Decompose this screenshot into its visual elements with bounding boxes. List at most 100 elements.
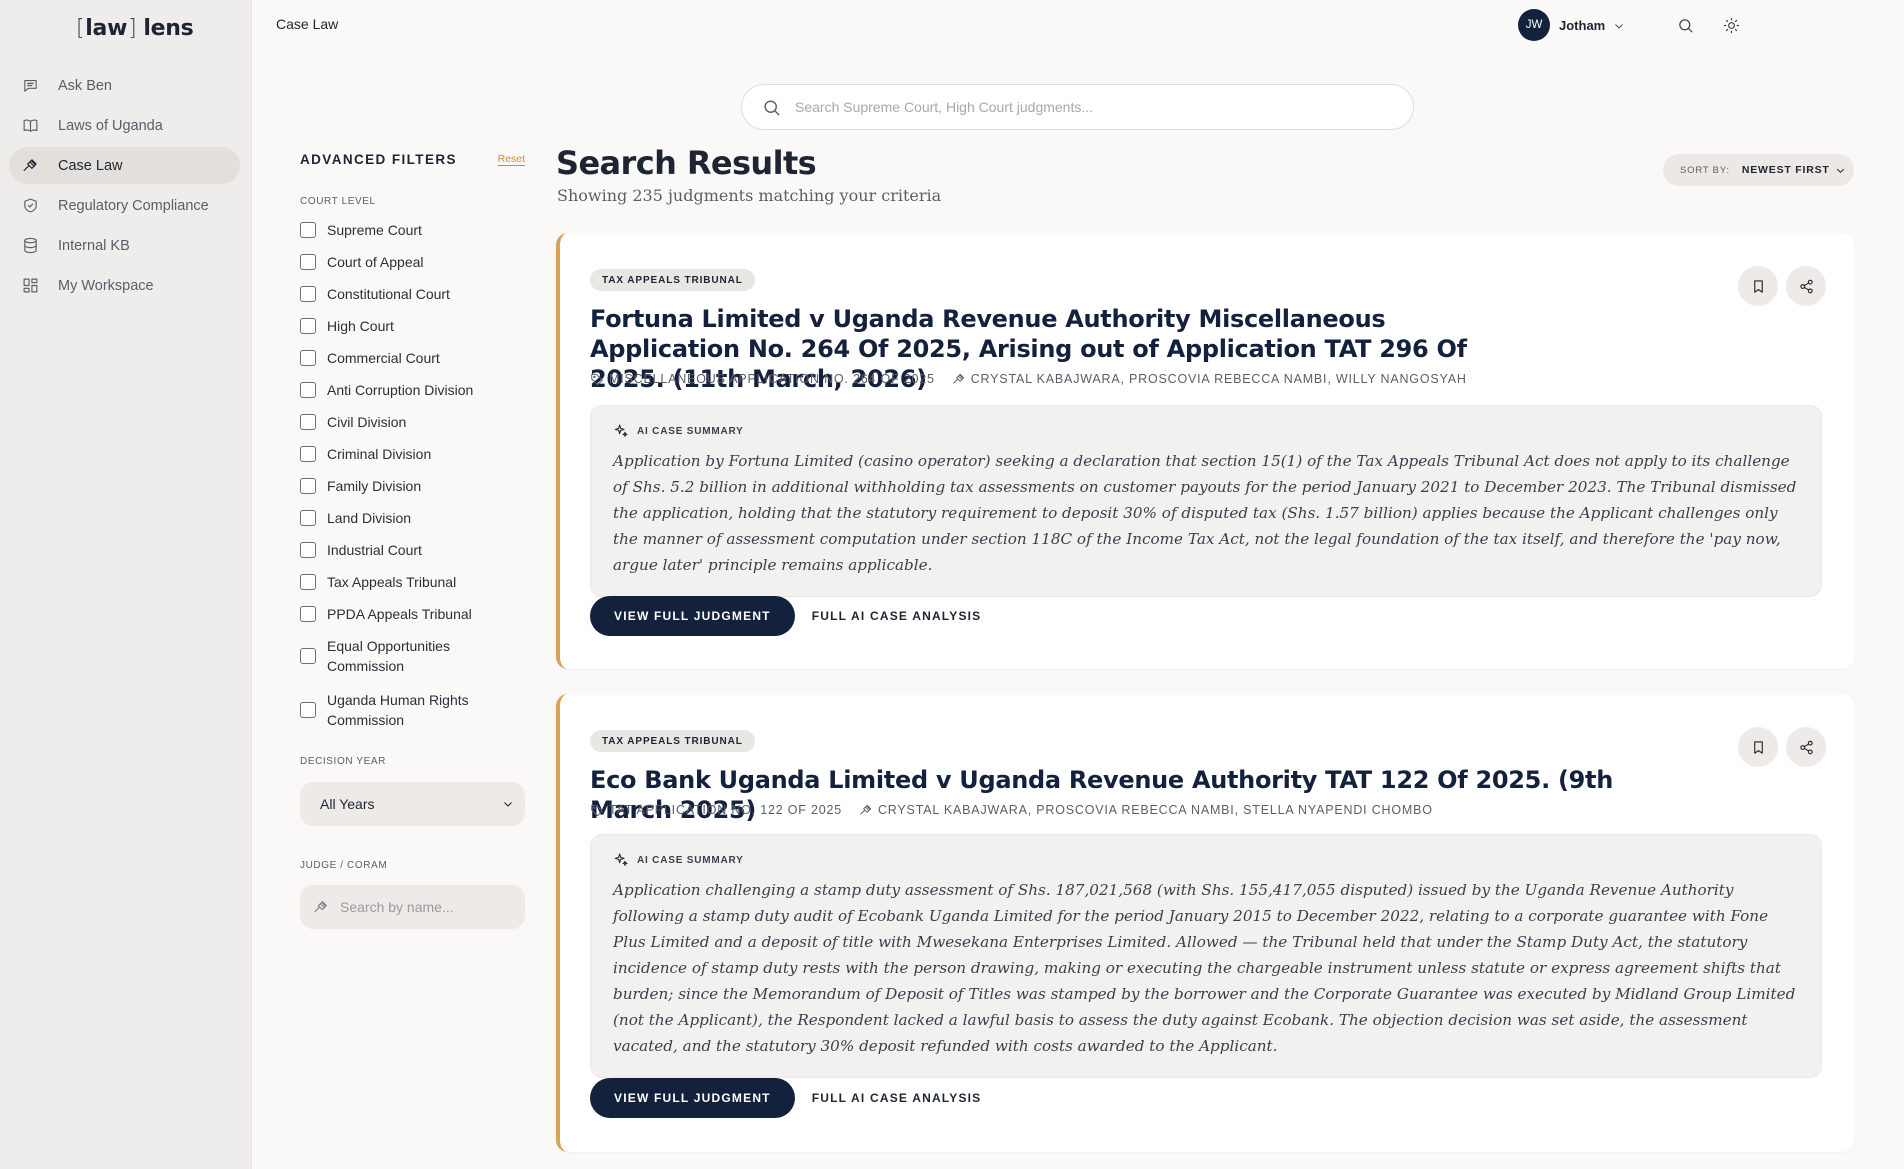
case-judges: CRYSTAL KABAJWARA, PROSCOVIA REBECCA NAM… <box>877 803 1433 817</box>
court-checkbox-court-of-appeal[interactable]: Court of Appeal <box>300 252 525 272</box>
view-full-judgment-button[interactable]: VIEW FULL JUDGMENT <box>590 596 795 636</box>
checkbox[interactable] <box>300 478 316 494</box>
bookmark-button[interactable] <box>1738 266 1778 306</box>
sidebar-item-label: My Workspace <box>58 277 154 294</box>
gavel-icon <box>860 804 872 815</box>
checkbox[interactable] <box>300 702 316 718</box>
checkbox[interactable] <box>300 606 316 622</box>
full-ai-case-analysis-link[interactable]: FULL AI CASE ANALYSIS <box>812 609 982 623</box>
court-checkbox-industrial-court[interactable]: Industrial Court <box>300 540 525 560</box>
checkbox-label: Equal Opportunities Commission <box>327 638 450 674</box>
view-full-judgment-button[interactable]: VIEW FULL JUDGMENT <box>590 1078 795 1118</box>
sidebar-item-regulatory-compliance[interactable]: Regulatory Compliance <box>9 187 240 224</box>
book-icon <box>21 117 39 135</box>
court-checkbox-commercial-court[interactable]: Commercial Court <box>300 348 525 368</box>
summary-text: Application challenging a stamp duty ass… <box>613 881 1796 1055</box>
ai-case-summary: AI CASE SUMMARY Application by Fortuna L… <box>590 405 1822 597</box>
checkbox-label: Civil Division <box>327 414 407 430</box>
sidebar-item-my-workspace[interactable]: My Workspace <box>9 267 240 304</box>
checkbox[interactable] <box>300 574 316 590</box>
checkbox[interactable] <box>300 350 316 366</box>
court-checkbox-civil-division[interactable]: Civil Division <box>300 412 525 432</box>
sparkle-icon <box>614 424 628 437</box>
checkbox[interactable] <box>300 542 316 558</box>
breadcrumb: Case Law <box>276 16 339 32</box>
court-checkbox-high-court[interactable]: High Court <box>300 316 525 336</box>
chevron-down-icon <box>1613 19 1625 31</box>
case-number: TAT APPLICATION NO. 122 OF 2025 <box>609 803 842 817</box>
full-ai-case-analysis-link[interactable]: FULL AI CASE ANALYSIS <box>812 1091 982 1105</box>
judgment-search-bar[interactable] <box>741 84 1414 130</box>
court-badge: TAX APPEALS TRIBUNAL <box>590 269 755 291</box>
checkbox[interactable] <box>300 446 316 462</box>
checkbox[interactable] <box>300 382 316 398</box>
sidebar-item-internal-kb[interactable]: Internal KB <box>9 227 240 264</box>
court-checkbox-anti-corruption-division[interactable]: Anti Corruption Division <box>300 380 525 400</box>
decision-year-select[interactable]: All Years <box>300 782 525 826</box>
checkbox[interactable] <box>300 414 316 430</box>
court-checkbox-land-division[interactable]: Land Division <box>300 508 525 528</box>
share-button[interactable] <box>1786 727 1826 767</box>
court-checkbox-ppda-appeals-tribunal[interactable]: PPDA Appeals Tribunal <box>300 604 525 624</box>
sidebar-item-case-law[interactable]: Case Law <box>9 147 240 184</box>
case-card: TAX APPEALS TRIBUNAL Fortuna Limited v U… <box>556 233 1854 669</box>
user-name: Jotham <box>1559 17 1606 33</box>
checkbox[interactable] <box>300 510 316 526</box>
court-checkbox-supreme-court[interactable]: Supreme Court <box>300 220 525 240</box>
summary-label: AI CASE SUMMARY <box>637 854 744 866</box>
share-icon <box>1799 279 1813 293</box>
court-checkbox-criminal-division[interactable]: Criminal Division <box>300 444 525 464</box>
share-button[interactable] <box>1786 266 1826 306</box>
summary-text: Application by Fortuna Limited (casino o… <box>613 452 1797 574</box>
checkbox-label: Family Division <box>327 478 422 494</box>
checkbox[interactable] <box>300 318 316 334</box>
database-icon <box>21 237 39 255</box>
checkbox[interactable] <box>300 222 316 238</box>
reset-filters-link[interactable]: Reset <box>497 153 525 166</box>
filters-title: ADVANCED FILTERS <box>300 151 457 167</box>
theme-toggle-icon[interactable] <box>1721 15 1741 35</box>
tag-icon <box>591 804 603 817</box>
court-checkbox-equal-opportunities-commission[interactable]: Equal Opportunities Commission <box>300 636 525 676</box>
logo-word-law: law <box>85 15 128 41</box>
checkbox-label: Commercial Court <box>327 350 440 366</box>
sidebar-nav: Ask Ben Laws of Uganda Case Law Regulato… <box>9 67 240 307</box>
sidebar-item-ask-ben[interactable]: Ask Ben <box>9 67 240 104</box>
sort-dropdown[interactable]: SORT BY: NEWEST FIRST <box>1663 154 1854 186</box>
gavel-icon <box>314 901 327 913</box>
checkbox-label: Criminal Division <box>327 446 432 462</box>
bookmark-button[interactable] <box>1738 727 1778 767</box>
sidebar-item-label: Internal KB <box>58 237 130 254</box>
grid-icon <box>21 277 39 295</box>
case-meta: TAT APPLICATION NO. 122 OF 2025 CRYSTAL … <box>590 803 1433 817</box>
sidebar-item-label: Case Law <box>58 157 123 174</box>
court-checkbox-tax-appeals-tribunal[interactable]: Tax Appeals Tribunal <box>300 572 525 592</box>
checkbox[interactable] <box>300 648 316 664</box>
checkbox[interactable] <box>300 254 316 270</box>
court-checkbox-constitutional-court[interactable]: Constitutional Court <box>300 284 525 304</box>
checkbox-label: Constitutional Court <box>327 286 450 302</box>
avatar: JW <box>1518 9 1550 41</box>
court-checkbox-family-division[interactable]: Family Division <box>300 476 525 496</box>
sidebar-item-laws-of-uganda[interactable]: Laws of Uganda <box>9 107 240 144</box>
gavel-icon <box>952 373 964 384</box>
search-input[interactable] <box>795 99 1395 115</box>
user-menu[interactable]: JW Jotham <box>1518 9 1625 41</box>
sidebar-item-label: Regulatory Compliance <box>58 197 209 214</box>
chevron-down-icon <box>504 802 512 807</box>
judge-search-input[interactable] <box>340 899 520 915</box>
search-icon[interactable] <box>1675 15 1695 35</box>
checkbox[interactable] <box>300 286 316 302</box>
checkbox-label: Tax Appeals Tribunal <box>327 574 457 590</box>
chevron-down-icon <box>1836 168 1844 173</box>
logo-word-lens: lens <box>143 15 194 41</box>
checkbox-label: Anti Corruption Division <box>327 382 474 398</box>
court-level-list: Supreme Court Court of Appeal Constituti… <box>300 220 525 730</box>
judge-search-field[interactable] <box>300 885 525 929</box>
court-badge: TAX APPEALS TRIBUNAL <box>590 730 755 752</box>
court-checkbox-uganda-human-rights-commission[interactable]: Uganda Human Rights Commission <box>300 690 525 730</box>
chat-icon <box>21 77 39 95</box>
case-number: MISCELLANEOUS APPLICATION NO. 264 OF 202… <box>609 372 935 386</box>
summary-label: AI CASE SUMMARY <box>637 425 744 437</box>
app-logo[interactable]: [law] lens <box>76 13 194 43</box>
